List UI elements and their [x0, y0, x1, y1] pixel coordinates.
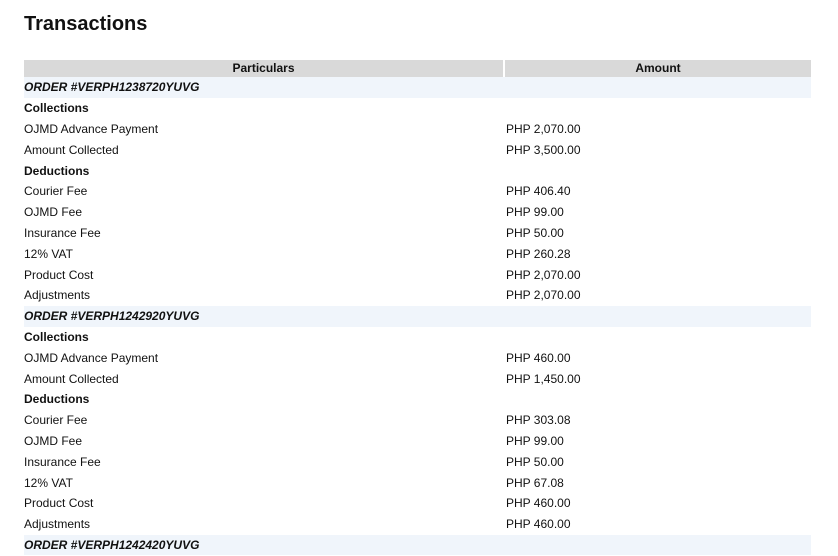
table-row: OJMD Advance Payment PHP 460.00 — [24, 347, 811, 368]
amount-cell — [504, 98, 811, 119]
amount-cell: PHP 99.00 — [506, 433, 564, 448]
transactions-body: ORDER #VERPH1238720YUVG Collections OJMD A… — [24, 77, 811, 556]
particular-label: OJMD Fee — [24, 205, 83, 220]
table-row: 12% VAT PHP 260.28 — [24, 243, 811, 264]
page-title: Transactions — [24, 13, 148, 35]
order-row: ORDER #VERPH1242920YUVG — [24, 305, 811, 327]
table-row: Product Cost PHP 460.00 — [24, 493, 811, 514]
section-label: Collections — [24, 329, 89, 344]
order-row: ORDER #VERPH1238720YUVG — [24, 77, 811, 98]
amount-cell — [504, 389, 811, 410]
table-row: Product Cost PHP 2,070.00 — [24, 264, 811, 285]
particular-label: 12% VAT — [24, 246, 73, 261]
amount-cell: PHP 260.28 — [506, 246, 571, 261]
amount-cell: PHP 67.08 — [506, 475, 564, 490]
amount-cell — [504, 327, 811, 348]
section-row: Deductions — [24, 389, 811, 410]
amount-cell: PHP 3,500.00 — [506, 142, 581, 157]
particular-label: Insurance Fee — [24, 454, 101, 469]
amount-cell: PHP 50.00 — [506, 225, 564, 240]
amount-cell: PHP 99.00 — [506, 205, 564, 220]
table-header-row: Particulars Amount — [24, 60, 811, 77]
particular-label: Courier Fee — [24, 413, 88, 428]
particular-label: Product Cost — [24, 267, 94, 282]
particular-label: Amount Collected — [24, 142, 119, 157]
amount-cell — [504, 305, 811, 327]
section-label: Deductions — [24, 392, 90, 407]
amount-cell: PHP 460.00 — [506, 350, 571, 365]
amount-cell: PHP 460.00 — [506, 517, 571, 532]
amount-cell: PHP 406.40 — [506, 184, 571, 199]
particular-label: Adjustments — [24, 517, 91, 532]
amount-cell — [504, 77, 811, 98]
order-number: ORDER #VERPH1242420YUVG — [24, 534, 504, 556]
table-row: Amount Collected PHP 1,450.00 — [24, 368, 811, 389]
section-label: Collections — [24, 101, 89, 116]
particular-label: Amount Collected — [24, 371, 119, 386]
table-row: Courier Fee PHP 303.08 — [24, 410, 811, 431]
table-row: 12% VAT PHP 67.08 — [24, 472, 811, 493]
particular-label: OJMD Advance Payment — [24, 121, 159, 136]
order-number: ORDER #VERPH1242920YUVG — [24, 305, 504, 327]
particular-label: Product Cost — [24, 496, 94, 511]
column-header-particulars: Particulars — [24, 60, 505, 77]
section-label: Deductions — [24, 163, 90, 178]
amount-cell: PHP 460.00 — [506, 496, 571, 511]
amount-cell — [504, 160, 811, 181]
particular-label: Courier Fee — [24, 184, 88, 199]
table-row: Adjustments PHP 2,070.00 — [24, 285, 811, 306]
table-row: Amount Collected PHP 3,500.00 — [24, 139, 811, 160]
section-row: Collections — [24, 327, 811, 348]
particular-label: Adjustments — [24, 288, 91, 303]
column-header-amount: Amount — [504, 60, 811, 77]
particular-label: Insurance Fee — [24, 225, 101, 240]
transactions-table: Particulars Amount ORDER #VERPH1238720YU… — [24, 60, 811, 556]
particular-label: OJMD Advance Payment — [24, 350, 159, 365]
particular-label: OJMD Fee — [24, 433, 83, 448]
table-row: Courier Fee PHP 406.40 — [24, 181, 811, 202]
section-row: Collections — [24, 98, 811, 119]
amount-cell: PHP 2,070.00 — [506, 267, 581, 282]
table-row: OJMD Fee PHP 99.00 — [24, 202, 811, 223]
table-row: Adjustments PHP 460.00 — [24, 514, 811, 535]
table-row: Insurance Fee PHP 50.00 — [24, 223, 811, 244]
amount-cell — [504, 534, 811, 556]
amount-cell: PHP 303.08 — [506, 413, 571, 428]
particular-label: 12% VAT — [24, 475, 73, 490]
table-row: Insurance Fee PHP 50.00 — [24, 451, 811, 472]
table-row: OJMD Fee PHP 99.00 — [24, 431, 811, 452]
amount-cell: PHP 50.00 — [506, 454, 564, 469]
amount-cell: PHP 2,070.00 — [506, 288, 581, 303]
order-number: ORDER #VERPH1238720YUVG — [24, 77, 504, 98]
amount-cell: PHP 1,450.00 — [506, 371, 581, 386]
section-row: Deductions — [24, 160, 811, 181]
table-row: OJMD Advance Payment PHP 2,070.00 — [24, 119, 811, 140]
amount-cell: PHP 2,070.00 — [506, 121, 581, 136]
order-row: ORDER #VERPH1242420YUVG — [24, 534, 811, 556]
